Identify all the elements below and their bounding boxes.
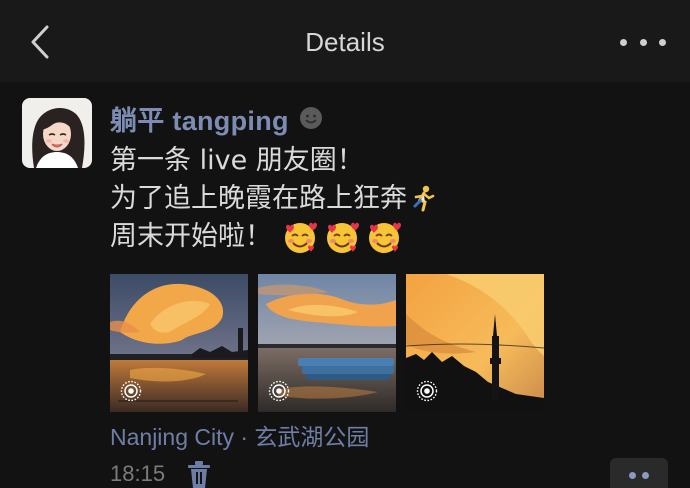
post-time: 18:15 <box>110 461 166 486</box>
avatar[interactable] <box>22 98 92 168</box>
smiling-face-with-hearts-emoji <box>285 222 317 253</box>
trash-icon <box>188 461 210 488</box>
live-photo-icon <box>268 380 290 402</box>
smiling-face-with-hearts-emoji <box>369 222 401 253</box>
page-title: Details <box>305 27 385 57</box>
photo-3[interactable] <box>406 274 544 412</box>
username[interactable]: 躺平 tangping <box>110 99 289 138</box>
photo-1[interactable] <box>110 274 248 412</box>
more-horizontal-icon <box>620 38 627 46</box>
delete-button[interactable] <box>186 460 212 488</box>
post-text: 第一条 live 朋友圈！ 为了追上晚霞在路上狂奔 周末开始啦！ <box>110 142 670 256</box>
post-text-line-3: 周末开始啦！ <box>110 218 670 256</box>
moments-detail-screen: Details 躺平 tangping 第一条 live 朋友圈！ 为了追上晚霞… <box>0 0 690 488</box>
nav-bar: Details <box>0 0 690 82</box>
back-button[interactable] <box>20 22 60 62</box>
more-options-button[interactable] <box>620 28 666 56</box>
live-photo-icon <box>120 380 142 402</box>
chevron-left-icon <box>31 25 49 59</box>
location-link[interactable]: Nanjing City · 玄武湖公园 <box>110 420 369 454</box>
username-row: 躺平 tangping <box>110 98 323 138</box>
more-dots-icon <box>629 471 649 479</box>
emoji-group <box>282 219 402 255</box>
running-person-emoji <box>413 185 435 212</box>
post-text-line-2: 为了追上晚霞在路上狂奔 <box>110 180 670 218</box>
photo-2[interactable] <box>258 274 396 412</box>
post-text-line-1: 第一条 live 朋友圈！ <box>110 145 364 176</box>
comment-like-button[interactable] <box>610 458 668 488</box>
live-photo-icon <box>416 380 438 402</box>
smiley-face-icon <box>299 107 322 129</box>
smiling-face-with-hearts-emoji <box>327 222 359 253</box>
